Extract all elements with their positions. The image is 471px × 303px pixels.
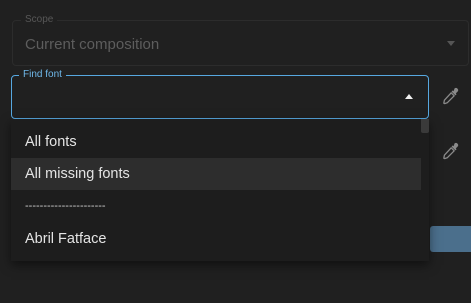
find-font-label: Find font <box>19 69 66 81</box>
scope-label: Scope <box>21 14 58 26</box>
find-font-field[interactable]: Find font <box>11 69 429 119</box>
eyedropper-icon[interactable] <box>441 141 461 161</box>
scrollbar-thumb[interactable] <box>421 119 429 133</box>
chevron-up-icon[interactable] <box>405 94 413 99</box>
option-all-fonts[interactable]: All fonts <box>11 126 421 158</box>
replace-button[interactable] <box>430 226 471 252</box>
scope-value: Current composition <box>25 36 160 53</box>
option-separator: ---------------------- <box>25 200 106 212</box>
option-all-missing-fonts[interactable]: All missing fonts <box>11 158 421 190</box>
scope-select: Scope Current composition <box>12 14 469 66</box>
replace-fonts-panel: Scope Current composition Find font All … <box>0 0 471 303</box>
eyedropper-icon[interactable] <box>441 86 461 106</box>
find-font-input[interactable] <box>24 88 384 106</box>
option-abril-fatface[interactable]: Abril Fatface <box>11 223 421 255</box>
font-options-listbox[interactable]: All fonts All missing fonts ------------… <box>11 119 429 261</box>
chevron-down-icon <box>447 41 455 46</box>
